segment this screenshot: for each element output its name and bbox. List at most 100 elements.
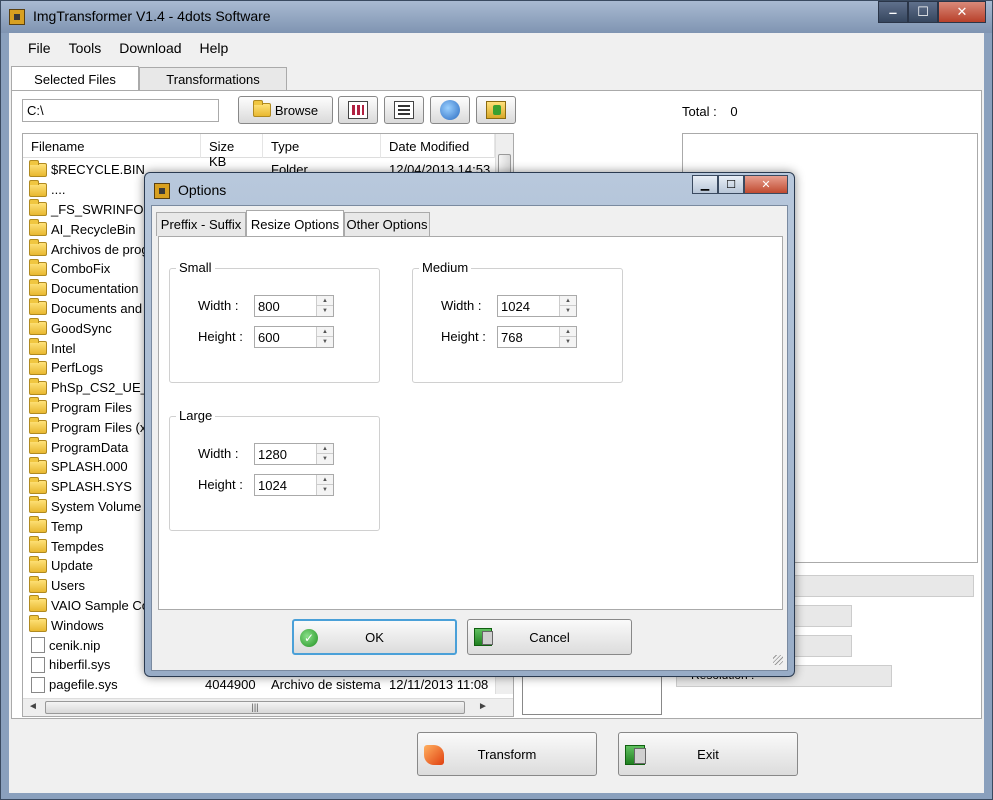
spin-up-icon[interactable]: ▲ xyxy=(560,327,576,337)
maximize-button[interactable]: ☐ xyxy=(908,1,938,23)
small-width-value: 800 xyxy=(258,299,280,314)
spin-down-icon[interactable]: ▼ xyxy=(560,337,576,347)
small-width-spin-buttons: ▲ ▼ xyxy=(316,296,333,316)
exit-button[interactable]: Exit xyxy=(618,732,798,776)
folder-icon xyxy=(29,239,47,257)
main-title-bar[interactable]: ImgTransformer V1.4 - 4dots Software ‒ ☐… xyxy=(1,1,992,33)
file-name-cell: cenik.nip xyxy=(29,637,101,654)
file-name-cell: .... xyxy=(29,179,66,198)
spin-up-icon[interactable]: ▲ xyxy=(317,444,333,454)
large-width-value: 1280 xyxy=(258,447,287,462)
large-height-spinner[interactable]: 1024 ▲ ▼ xyxy=(254,474,334,496)
total-label: Total : xyxy=(682,104,717,119)
file-name: $RECYCLE.BIN xyxy=(51,162,145,178)
resize-grip-icon[interactable] xyxy=(773,655,783,665)
folder-icon xyxy=(29,476,47,494)
tab-other-options[interactable]: Other Options xyxy=(344,212,430,236)
spin-up-icon[interactable]: ▲ xyxy=(560,296,576,306)
file-name: SPLASH.000 xyxy=(51,459,128,475)
file-name: Intel xyxy=(51,340,76,356)
folder-icon xyxy=(29,179,47,197)
large-height-value: 1024 xyxy=(258,478,287,493)
folder-icon xyxy=(29,575,47,593)
spin-down-icon[interactable]: ▼ xyxy=(317,306,333,316)
column-type[interactable]: Type xyxy=(263,134,381,158)
column-date-modified[interactable]: Date Modified xyxy=(381,134,495,158)
spin-down-icon[interactable]: ▼ xyxy=(560,306,576,316)
spin-up-icon[interactable]: ▲ xyxy=(317,327,333,337)
spin-up-icon[interactable]: ▲ xyxy=(317,475,333,485)
refresh-icon xyxy=(440,100,460,120)
file-name-cell: _FS_SWRINFO xyxy=(29,199,143,217)
file-name-cell: Temp xyxy=(29,516,83,534)
file-name: VAIO Sample Cor xyxy=(51,597,154,613)
dialog-close-button[interactable]: ✕ xyxy=(744,175,788,194)
folder-icon xyxy=(29,278,47,296)
menu-file[interactable]: File xyxy=(19,40,60,56)
cancel-button[interactable]: Cancel xyxy=(467,619,632,655)
total-count: Total : 0 xyxy=(682,104,738,119)
close-button[interactable]: ✕ xyxy=(938,1,986,23)
column-size[interactable]: Size KB xyxy=(201,134,263,169)
tab-selected-files[interactable]: Selected Files xyxy=(11,66,139,91)
minimize-button[interactable]: ‒ xyxy=(878,1,908,23)
folder-icon xyxy=(29,595,47,613)
file-name: .... xyxy=(51,182,66,198)
medium-height-spinner[interactable]: 768 ▲ ▼ xyxy=(497,326,577,348)
folder-icon xyxy=(29,219,47,237)
scroll-right-icon[interactable]: ► xyxy=(478,701,488,712)
browse-button[interactable]: Browse xyxy=(238,96,333,124)
file-name-cell: Documentation xyxy=(29,278,139,297)
small-height-value: 600 xyxy=(258,330,280,345)
ok-button[interactable]: ✓ OK xyxy=(292,619,457,655)
table-row[interactable]: pagefile.sys 4044900 Archivo de sistema 12/… xyxy=(23,675,495,695)
dialog-maximize-button[interactable]: ☐ xyxy=(718,175,744,194)
file-name-cell: PerfLogs xyxy=(29,357,103,375)
explore-button[interactable] xyxy=(476,96,516,124)
spin-down-icon[interactable]: ▼ xyxy=(317,337,333,347)
spin-up-icon[interactable]: ▲ xyxy=(317,296,333,306)
file-name-cell: hiberfil.sys xyxy=(29,656,110,673)
file-list-header: Filename Size KB Type Date Modified xyxy=(23,134,495,169)
transform-button[interactable]: Transform xyxy=(417,732,597,776)
file-list-hscroll[interactable]: ◄ ||| ► xyxy=(23,698,513,716)
medium-width-spinner[interactable]: 1024 ▲ ▼ xyxy=(497,295,577,317)
folder-icon xyxy=(29,417,47,435)
list-view-button[interactable] xyxy=(384,96,424,124)
options-dialog-client: Preffix - Suffix Resize Options Other Op… xyxy=(151,205,788,671)
thumbnail-view-button[interactable] xyxy=(338,96,378,124)
file-name: Update xyxy=(51,558,93,574)
explore-folder-icon xyxy=(486,101,506,119)
tab-preffix-suffix[interactable]: Preffix - Suffix xyxy=(156,212,246,236)
file-name: Documents and S xyxy=(51,300,155,316)
file-name-cell: Tempdes xyxy=(29,536,104,554)
folder-icon xyxy=(29,357,47,375)
small-width-spinner[interactable]: 800 ▲ ▼ xyxy=(254,295,334,317)
file-name-cell: Program Files (x8 xyxy=(29,417,154,435)
file-name: Users xyxy=(51,578,85,594)
tab-transformations[interactable]: Transformations xyxy=(139,67,287,90)
menu-help[interactable]: Help xyxy=(191,40,238,56)
folder-icon xyxy=(29,159,47,177)
dialog-minimize-button[interactable]: ▁ xyxy=(692,175,718,194)
menu-tools[interactable]: Tools xyxy=(60,40,111,56)
tab-resize-options[interactable]: Resize Options xyxy=(246,210,344,237)
folder-icon xyxy=(29,516,47,534)
folder-icon xyxy=(29,437,47,455)
scroll-left-icon[interactable]: ◄ xyxy=(28,701,38,712)
file-name: System Volume In xyxy=(51,498,156,514)
menu-download[interactable]: Download xyxy=(110,40,190,56)
large-width-spinner[interactable]: 1280 ▲ ▼ xyxy=(254,443,334,465)
folder-icon xyxy=(29,318,47,336)
spin-down-icon[interactable]: ▼ xyxy=(317,454,333,464)
hscroll-thumb[interactable]: ||| xyxy=(45,701,465,714)
refresh-button[interactable] xyxy=(430,96,470,124)
file-name: Program Files xyxy=(51,399,132,415)
small-height-spinner[interactable]: 600 ▲ ▼ xyxy=(254,326,334,348)
spin-down-icon[interactable]: ▼ xyxy=(317,485,333,495)
path-input[interactable]: C:\ xyxy=(22,99,219,122)
file-name: Documentation xyxy=(51,281,139,297)
medium-width-label: Width : xyxy=(441,298,482,313)
file-name: cenik.nip xyxy=(49,637,101,653)
column-filename[interactable]: Filename xyxy=(23,134,201,158)
